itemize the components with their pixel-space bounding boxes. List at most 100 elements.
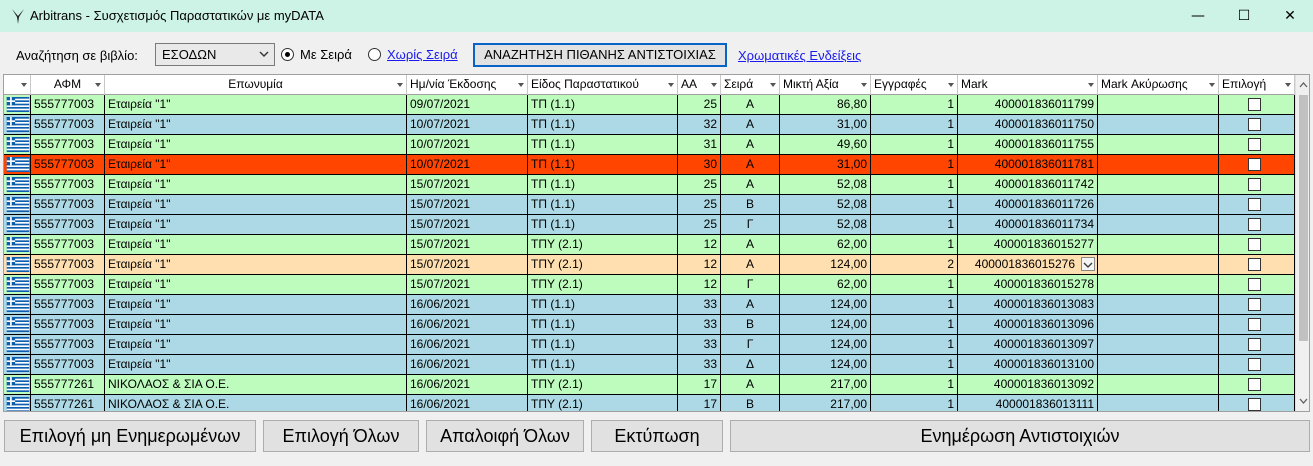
table-row[interactable]: 555777003 Εταιρεία "1" 15/07/2021 ΤΠΥ (2.1)… — [4, 275, 1295, 295]
table-row[interactable]: 555777003 Εταιρεία "1" 16/06/2021 ΤΠ (1.1) 3… — [4, 315, 1295, 335]
table-row[interactable]: 555777003 Εταιρεία "1" 16/06/2021 ΤΠ (1.1) 3… — [4, 355, 1295, 375]
table-row[interactable]: 555777003 Εταιρεία "1" 10/07/2021 ΤΠ (1.1) 3… — [4, 155, 1295, 175]
column-header-series[interactable]: Σειρά — [721, 75, 780, 95]
row-checkbox[interactable] — [1248, 138, 1261, 151]
afm-cell: 555777003 — [31, 355, 105, 374]
row-checkbox[interactable] — [1248, 178, 1261, 191]
entries-cell: 1 — [871, 275, 958, 294]
close-button[interactable]: ✕ — [1267, 0, 1313, 32]
minimize-button[interactable]: — — [1175, 0, 1221, 32]
sort-arrow-icon — [21, 83, 27, 87]
table-row[interactable]: 555777003 Εταιρεία "1" 16/06/2021 ΤΠ (1.1) 3… — [4, 335, 1295, 355]
amount-cell: 52,08 — [780, 175, 871, 194]
sort-arrow-icon — [1209, 83, 1215, 87]
row-checkbox[interactable] — [1248, 298, 1261, 311]
column-header-cancel-mark[interactable]: Mark Ακύρωσης — [1098, 75, 1219, 95]
date-cell: 16/06/2021 — [407, 375, 528, 394]
column-header-name[interactable]: Επωνυμία — [105, 75, 407, 95]
table-row[interactable]: 555777003 Εταιρεία "1" 15/07/2021 ΤΠ (1.1) 2… — [4, 195, 1295, 215]
book-select[interactable]: ΕΣΟΔΩΝ — [155, 43, 275, 66]
row-checkbox[interactable] — [1248, 198, 1261, 211]
mark-cell: 400001836013083 — [958, 295, 1098, 314]
greek-flag-icon — [6, 397, 30, 411]
aa-cell: 33 — [678, 335, 721, 354]
row-checkbox[interactable] — [1248, 258, 1261, 271]
select-all-button[interactable]: Επιλογή Όλων — [263, 420, 419, 452]
name-cell: ΝΙΚΟΛΑΟΣ & ΣΙΑ Ο.Ε. — [105, 375, 407, 394]
table-row[interactable]: 555777003 Εταιρεία "1" 15/07/2021 ΤΠΥ (2.1)… — [4, 255, 1295, 275]
grid-header: ΑΦΜ Επωνυμία Ημ/νία Έκδοσης Είδος Παραστ… — [4, 75, 1295, 95]
date-cell: 15/07/2021 — [407, 215, 528, 234]
column-header-mark[interactable]: Mark — [958, 75, 1098, 95]
flag-cell — [4, 375, 31, 394]
table-row[interactable]: 555777261 ΝΙΚΟΛΑΟΣ & ΣΙΑ Ο.Ε. 16/06/2021 ΤΠ… — [4, 375, 1295, 395]
table-row[interactable]: 555777003 Εταιρεία "1" 15/07/2021 ΤΠΥ (2.1)… — [4, 235, 1295, 255]
column-header-select[interactable]: Επιλογή — [1219, 75, 1295, 95]
greek-flag-icon — [6, 317, 30, 332]
app-logo-icon — [12, 9, 24, 24]
series-cell: Γ — [721, 335, 780, 354]
date-cell: 10/07/2021 — [407, 115, 528, 134]
column-header-amount[interactable]: Μικτή Αξία — [780, 75, 871, 95]
radio-with-series[interactable]: Με Σειρά — [281, 47, 352, 62]
name-cell: Εταιρεία "1" — [105, 175, 407, 194]
cancel-mark-cell — [1098, 275, 1219, 294]
entries-cell: 1 — [871, 175, 958, 194]
scroll-thumb[interactable] — [1299, 95, 1308, 341]
row-checkbox[interactable] — [1248, 218, 1261, 231]
maximize-button[interactable]: ☐ — [1221, 0, 1267, 32]
radio-without-series[interactable]: Χωρίς Σειρά — [368, 47, 458, 62]
column-header-type[interactable]: Είδος Παραστατικού — [528, 75, 678, 95]
row-checkbox[interactable] — [1248, 378, 1261, 391]
entries-cell: 1 — [871, 155, 958, 174]
greek-flag-icon — [6, 377, 30, 392]
row-checkbox[interactable] — [1248, 398, 1261, 411]
table-row[interactable]: 555777003 Εταιρεία "1" 10/07/2021 ΤΠ (1.1) 3… — [4, 135, 1295, 155]
mark-dropdown[interactable] — [1081, 257, 1095, 271]
update-matches-button[interactable]: Ενημέρωση Αντιστοιχιών — [730, 420, 1310, 452]
row-checkbox[interactable] — [1248, 118, 1261, 131]
date-cell: 15/07/2021 — [407, 275, 528, 294]
table-row[interactable]: 555777261 ΝΙΚΟΛΑΟΣ & ΣΙΑ Ο.Ε. 16/06/2021 ΤΠ… — [4, 395, 1295, 411]
type-cell: ΤΠ (1.1) — [528, 95, 678, 114]
mark-cell: 400001836011750 — [958, 115, 1098, 134]
entries-cell: 1 — [871, 335, 958, 354]
invoices-grid: ΑΦΜ Επωνυμία Ημ/νία Έκδοσης Είδος Παραστ… — [3, 74, 1310, 412]
table-row[interactable]: 555777003 Εταιρεία "1" 09/07/2021 ΤΠ (1.1) 2… — [4, 95, 1295, 115]
column-header-date[interactable]: Ημ/νία Έκδοσης — [407, 75, 528, 95]
table-row[interactable]: 555777003 Εταιρεία "1" 10/07/2021 ΤΠ (1.1) 3… — [4, 115, 1295, 135]
scroll-down-icon[interactable] — [1297, 393, 1310, 409]
scroll-up-icon[interactable] — [1297, 77, 1310, 93]
row-checkbox[interactable] — [1248, 278, 1261, 291]
column-header-aa[interactable]: ΑΑ — [678, 75, 721, 95]
row-checkbox[interactable] — [1248, 158, 1261, 171]
row-checkbox[interactable] — [1248, 318, 1261, 331]
table-row[interactable]: 555777003 Εταιρεία "1" 15/07/2021 ΤΠ (1.1) 2… — [4, 175, 1295, 195]
row-checkbox[interactable] — [1248, 98, 1261, 111]
entries-cell: 1 — [871, 195, 958, 214]
greek-flag-icon — [6, 157, 30, 172]
entries-cell: 1 — [871, 395, 958, 411]
select-cell — [1219, 255, 1295, 274]
vertical-scrollbar[interactable] — [1295, 75, 1310, 411]
column-header-flag[interactable] — [4, 75, 31, 95]
column-header-entries[interactable]: Εγγραφές — [871, 75, 958, 95]
greek-flag-icon — [6, 97, 30, 112]
print-button[interactable]: Εκτύπωση — [591, 420, 723, 452]
table-row[interactable]: 555777003 Εταιρεία "1" 16/06/2021 ΤΠ (1.1) 3… — [4, 295, 1295, 315]
column-header-afm[interactable]: ΑΦΜ — [31, 75, 105, 95]
color-legend-link[interactable]: Χρωματικές Ενδείξεις — [738, 48, 861, 63]
table-row[interactable]: 555777003 Εταιρεία "1" 15/07/2021 ΤΠ (1.1) 2… — [4, 215, 1295, 235]
flag-cell — [4, 235, 31, 254]
date-cell: 15/07/2021 — [407, 235, 528, 254]
entries-cell: 1 — [871, 215, 958, 234]
row-checkbox[interactable] — [1248, 338, 1261, 351]
row-checkbox[interactable] — [1248, 358, 1261, 371]
select-unupdated-button[interactable]: Επιλογή μη Ενημερωμένων — [4, 420, 256, 452]
row-checkbox[interactable] — [1248, 238, 1261, 251]
clear-all-button[interactable]: Απαλοιφή Όλων — [426, 420, 584, 452]
aa-cell: 25 — [678, 215, 721, 234]
mark-cell: 400001836011742 — [958, 175, 1098, 194]
search-match-button[interactable]: ΑΝΑΖΗΤΗΣΗ ΠΙΘΑΝΗΣ ΑΝΤΙΣΤΟΙΧΙΑΣ — [473, 43, 727, 67]
aa-cell: 33 — [678, 355, 721, 374]
